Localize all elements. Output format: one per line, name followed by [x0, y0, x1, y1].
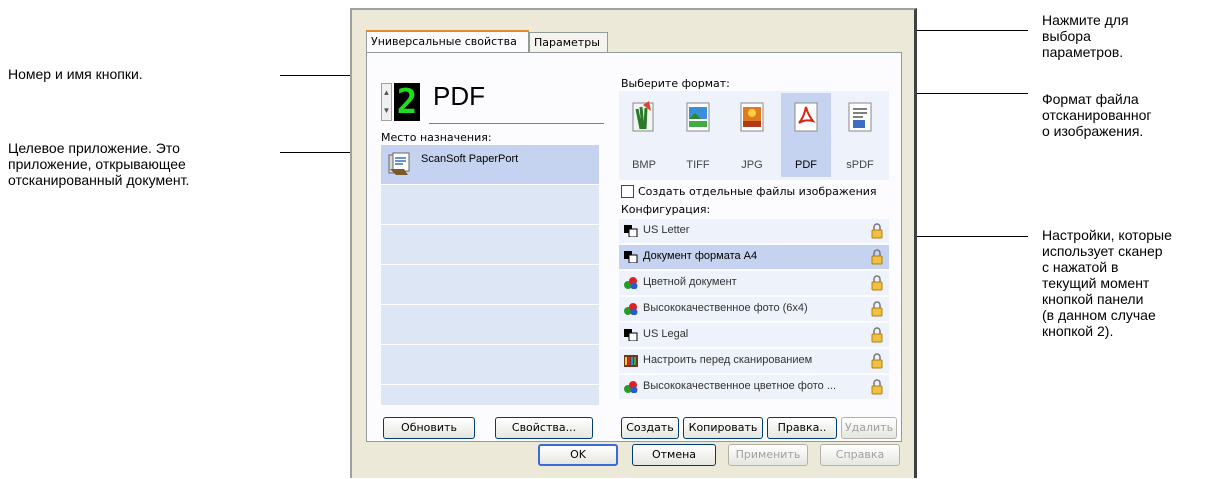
callout-settings: Настройки, которые использует сканер с н… — [1042, 227, 1172, 339]
format-option-spdf[interactable]: sPDF — [835, 93, 885, 177]
config-item-label: Высококачественное цветное фото ... — [643, 380, 836, 392]
config-item-label: Настроить перед сканированием — [643, 354, 813, 366]
config-item[interactable]: Высококачественное цветное фото ... — [619, 375, 889, 399]
lock-icon — [871, 275, 883, 291]
format-option-tiff[interactable]: TIFF — [673, 93, 723, 177]
config-item-label: US Letter — [643, 224, 690, 236]
destination-item-label: ScanSoft PaperPort — [421, 153, 519, 165]
configure-icon — [624, 355, 638, 367]
format-selector: BMP TIFF JPG PDF sPDF — [619, 91, 889, 180]
button-properties-dialog: Универсальные свойства Параметры ▲ ▼ 2 P… — [350, 8, 917, 478]
color-icon — [624, 303, 638, 315]
tab-options[interactable]: Параметры — [529, 32, 608, 52]
jpg-format-icon — [740, 102, 764, 132]
bmp-format-icon — [632, 101, 654, 132]
config-item[interactable]: US Letter — [619, 219, 889, 243]
format-option-label: sPDF — [846, 159, 874, 171]
config-item-label: Цветной документ — [643, 276, 737, 288]
config-item-label: Документ формата A4 — [643, 250, 758, 262]
lock-icon — [871, 327, 883, 343]
tab-panel: ▲ ▼ 2 PDF Место назначения: ScanSoft Pap… — [366, 52, 902, 442]
format-option-label: PDF — [795, 159, 817, 171]
destination-empty-row — [381, 185, 599, 225]
copy-button[interactable]: Копировать — [683, 417, 763, 439]
config-item[interactable]: Цветной документ — [619, 271, 889, 295]
destination-empty-row — [381, 225, 599, 265]
spin-up-icon[interactable]: ▲ — [382, 84, 391, 102]
configuration-label: Конфигурация: — [621, 203, 711, 216]
config-item[interactable]: US Legal — [619, 323, 889, 347]
format-option-label: TIFF — [686, 159, 710, 171]
lock-icon — [871, 301, 883, 317]
color-icon — [624, 381, 638, 393]
config-item-label: Высококачественное фото (6x4) — [643, 302, 808, 314]
delete-button[interactable]: Удалить — [841, 417, 897, 439]
create-button[interactable]: Создать — [621, 417, 679, 439]
format-label: Выберите формат: — [621, 77, 730, 90]
callout-target-app: Целевое приложение. Это приложение, откр… — [8, 140, 190, 188]
format-option-bmp[interactable]: BMP — [619, 93, 669, 177]
lock-icon — [871, 379, 883, 395]
format-option-label: JPG — [741, 159, 763, 171]
button-name-underline — [429, 123, 604, 124]
properties-button[interactable]: Свойства... — [495, 417, 593, 439]
format-option-pdf[interactable]: PDF — [781, 93, 831, 177]
lock-icon — [871, 353, 883, 369]
destination-list[interactable]: ScanSoft PaperPort — [381, 145, 599, 405]
config-item[interactable]: Документ формата A4 — [619, 245, 889, 269]
pdf-format-icon — [794, 102, 818, 132]
lock-icon — [871, 249, 883, 265]
ok-button[interactable]: OK — [538, 444, 618, 466]
separate-files-checkbox[interactable] — [621, 185, 634, 198]
lock-icon — [871, 223, 883, 239]
button-number-spinner[interactable]: ▲ ▼ — [381, 83, 392, 121]
bw-icon — [624, 251, 638, 263]
destination-empty-row — [381, 345, 599, 385]
paperport-icon — [388, 152, 410, 175]
format-option-jpg[interactable]: JPG — [727, 93, 777, 177]
edit-button[interactable]: Правка.. — [767, 417, 837, 439]
apply-button[interactable]: Применить — [728, 444, 808, 466]
cancel-button[interactable]: Отмена — [632, 444, 716, 466]
format-option-label: BMP — [632, 159, 656, 171]
callout-click-options: Нажмите для выбора параметров. — [1042, 12, 1129, 60]
button-number-display: 2 — [394, 83, 420, 121]
bw-icon — [624, 225, 638, 237]
tab-universal-properties[interactable]: Универсальные свойства — [366, 30, 529, 52]
color-icon — [624, 277, 638, 289]
button-name-field[interactable]: PDF — [433, 81, 485, 112]
refresh-button[interactable]: Обновить — [383, 417, 475, 439]
config-item[interactable]: Высококачественное фото (6x4) — [619, 297, 889, 321]
config-item-label: US Legal — [643, 328, 689, 340]
callout-button-number-name: Номер и имя кнопки. — [8, 66, 143, 82]
tiff-format-icon — [686, 102, 710, 132]
callout-file-format: Формат файла отсканированног о изображен… — [1042, 91, 1152, 139]
help-button[interactable]: Справка — [820, 444, 900, 466]
destination-item-paperport[interactable]: ScanSoft PaperPort — [381, 145, 599, 185]
spdf-format-icon — [848, 102, 872, 132]
separate-files-label: Создать отдельные файлы изображения — [638, 185, 877, 198]
config-item[interactable]: Настроить перед сканированием — [619, 349, 889, 373]
destination-empty-row — [381, 305, 599, 345]
destination-label: Место назначения: — [381, 131, 492, 144]
destination-empty-row — [381, 265, 599, 305]
bw-icon — [624, 329, 638, 341]
spin-down-icon[interactable]: ▼ — [382, 102, 391, 120]
